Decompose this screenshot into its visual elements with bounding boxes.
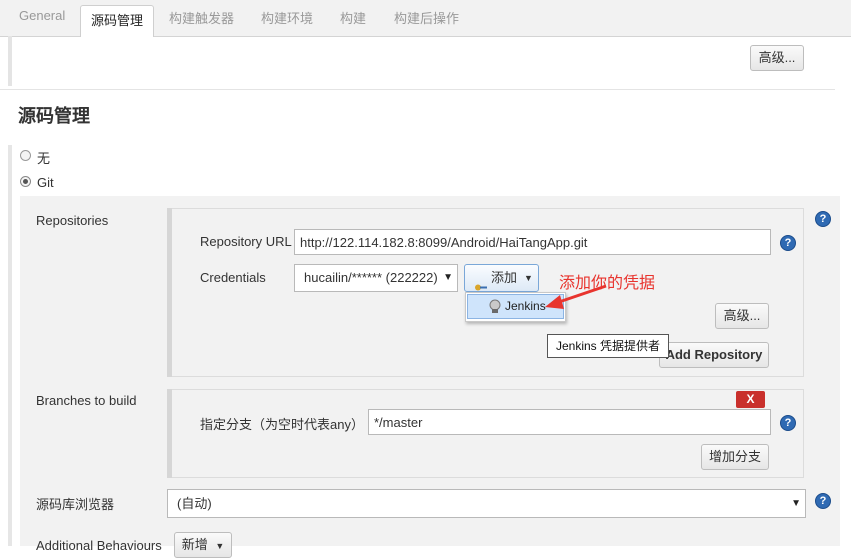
repository-browser-value: (自动) [177,496,212,511]
tab-general[interactable]: General [19,8,65,23]
tab-build-triggers[interactable]: 构建触发器 [169,8,234,27]
add-behaviour-label: 新增 [181,537,208,552]
add-caret-icon: ▼ [524,273,533,283]
radio-git-label: Git [37,175,54,190]
branches-label: Branches to build [36,393,137,408]
repositories-help-icon[interactable]: ? [815,211,831,227]
add-credentials-button[interactable]: 添加 ▼ [464,264,539,292]
radio-none[interactable] [20,150,31,161]
radio-git[interactable] [20,176,31,187]
annotation-text: 添加你的凭据 [559,275,656,292]
credentials-dropdown-icon: ▼ [443,272,453,283]
credentials-value: hucailin/****** (222222) [304,270,438,285]
section-title: 源码管理 [18,106,90,126]
section-divider [0,89,835,90]
repository-url-label: Repository URL [200,234,292,249]
repository-browser-help-icon[interactable]: ? [815,493,831,509]
tab-scm[interactable]: 源码管理 [80,5,154,37]
repository-browser-label: 源码库浏览器 [36,497,115,512]
tab-build-environment[interactable]: 构建环境 [261,8,313,27]
add-branch-button[interactable]: 增加分支 [701,444,769,470]
repositories-panel-bar [167,208,172,377]
radio-git-dot [23,179,28,184]
credentials-select[interactable]: hucailin/****** (222222) ▼ [294,264,458,292]
branches-panel-bar [167,389,172,478]
credentials-label: Credentials [200,270,266,285]
repository-url-help-icon[interactable]: ? [780,235,796,251]
general-section-bar [8,36,12,86]
tab-post-build[interactable]: 构建后操作 [394,8,459,27]
add-credentials-label: 添加 [491,270,518,285]
browser-dropdown-icon: ▼ [791,498,801,509]
general-advanced-button[interactable]: 高级... [750,45,804,71]
repository-browser-select[interactable]: (自动) ▼ [167,489,806,518]
branch-specifier-help-icon[interactable]: ? [780,415,796,431]
tab-build[interactable]: 构建 [340,8,366,27]
key-icon [475,274,487,291]
delete-branch-button[interactable]: X [736,391,765,408]
radio-none-label: 无 [37,151,51,166]
repositories-label: Repositories [36,213,109,228]
repository-advanced-button[interactable]: 高级... [715,303,769,329]
jenkins-icon [488,299,502,313]
branch-specifier-input[interactable] [368,409,771,435]
add-behaviour-caret-icon: ▼ [215,541,225,551]
credentials-tooltip: Jenkins 凭据提供者 [547,334,669,358]
scm-section-bar [8,145,12,546]
branch-specifier-label: 指定分支（为空时代表any） [200,417,364,432]
repository-url-input[interactable] [294,229,771,255]
add-repository-button[interactable]: Add Repository [659,342,769,368]
add-behaviour-button[interactable]: 新增 ▼ [174,532,232,558]
